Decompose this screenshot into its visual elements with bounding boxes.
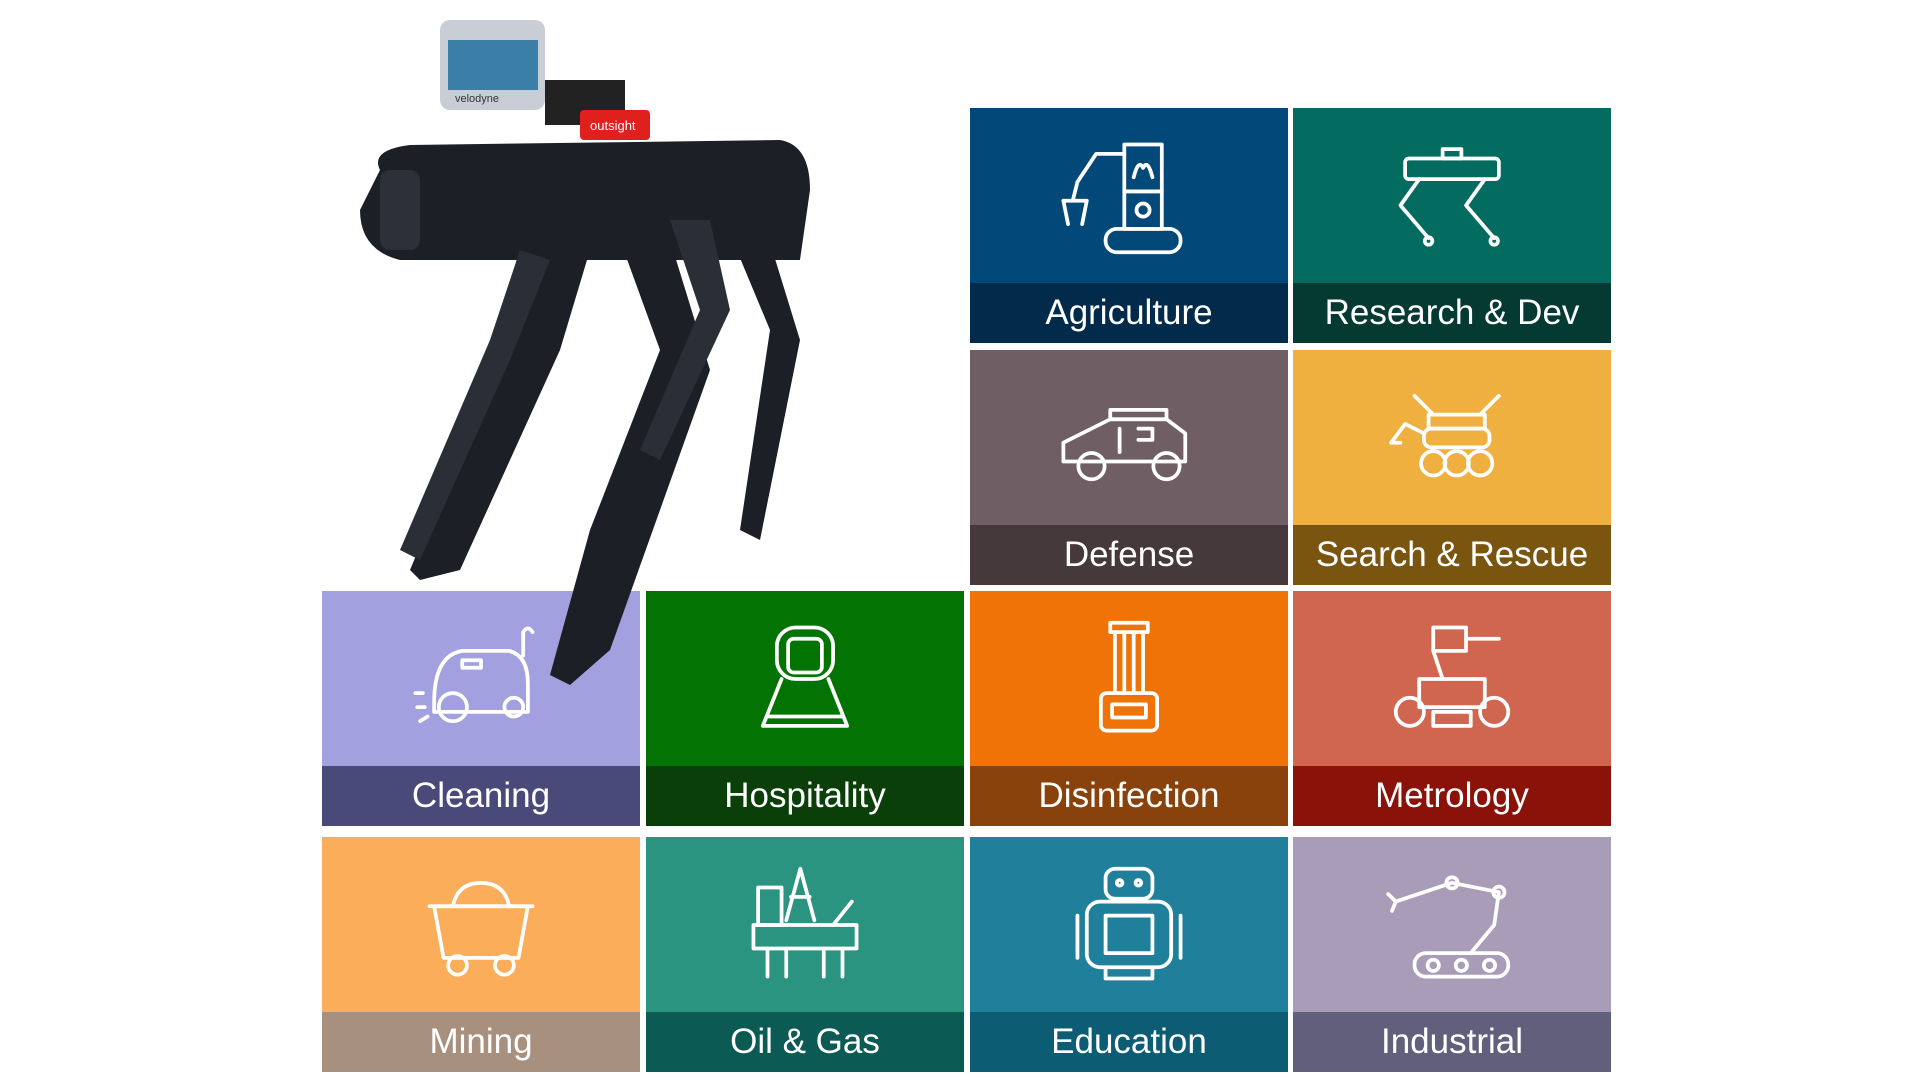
tile-metrology: Metrology xyxy=(1293,591,1611,826)
tile-label: Cleaning xyxy=(322,766,640,826)
rover-robot-icon xyxy=(1293,350,1611,525)
agriculture-robot-icon xyxy=(970,108,1288,283)
tile-label: Education xyxy=(970,1012,1288,1072)
tile-label: Hospitality xyxy=(646,766,964,826)
quadruped-robot-icon xyxy=(1293,108,1611,283)
military-vehicle-icon xyxy=(970,350,1288,525)
humanoid-robot-icon xyxy=(970,837,1288,1012)
tile-label: Agriculture xyxy=(970,283,1288,343)
tile-disinfection: Disinfection xyxy=(970,591,1288,826)
quadruped-robot-photo: outsight velodyne xyxy=(360,20,810,685)
velodyne-logo: velodyne xyxy=(455,93,499,105)
tile-defense: Defense xyxy=(970,350,1288,585)
tile-label: Mining xyxy=(322,1012,640,1072)
mine-cart-icon xyxy=(322,837,640,1012)
tile-label: Metrology xyxy=(1293,766,1611,826)
tile-search-rescue: Search & Rescue xyxy=(1293,350,1611,585)
measuring-robot-icon xyxy=(1293,591,1611,766)
tile-oil-gas: Oil & Gas xyxy=(646,837,964,1072)
tile-label: Oil & Gas xyxy=(646,1012,964,1072)
outsight-logo: outsight xyxy=(590,118,636,133)
industrial-arm-icon xyxy=(1293,837,1611,1012)
tile-label: Defense xyxy=(970,525,1288,585)
tile-research-dev: Research & Dev xyxy=(1293,108,1611,343)
tile-mining: Mining xyxy=(322,837,640,1072)
tile-label: Research & Dev xyxy=(1293,283,1611,343)
oil-rig-icon xyxy=(646,837,964,1012)
tile-label: Industrial xyxy=(1293,1012,1611,1072)
tile-industrial: Industrial xyxy=(1293,837,1611,1072)
tile-education: Education xyxy=(970,837,1288,1072)
tile-agriculture: Agriculture xyxy=(970,108,1288,343)
tile-label: Disinfection xyxy=(970,766,1288,826)
uv-lamp-robot-icon xyxy=(970,591,1288,766)
tile-label: Search & Rescue xyxy=(1293,525,1611,585)
